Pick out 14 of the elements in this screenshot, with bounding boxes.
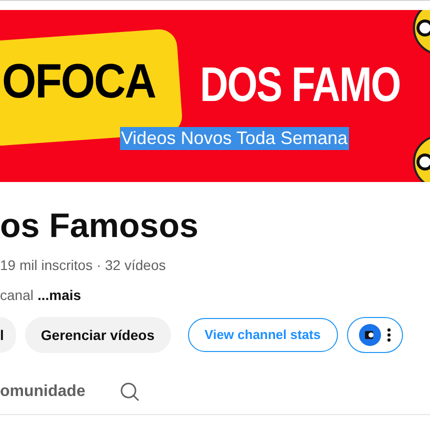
channel-description: canal (0, 286, 34, 304)
search-icon[interactable] (120, 382, 140, 402)
channel-title: os Famosos (0, 206, 200, 246)
banner-tag-text: OFOCA (2, 58, 156, 106)
manage-videos-button[interactable]: Gerenciar vídeos (24, 317, 171, 353)
banner-headline: DOS FAMO (200, 61, 400, 110)
more-options-icon (386, 328, 391, 342)
channel-stats: 19 mil inscritos · 32 vídeos (0, 256, 167, 274)
more-link[interactable]: ...mais (37, 286, 82, 304)
extension-menu-button[interactable] (346, 317, 403, 353)
channel-tab[interactable]: omunidade (0, 375, 86, 408)
channel-button[interactable]: l (0, 317, 16, 353)
camera-icon (358, 324, 381, 346)
banner-subtitle: Videos Novos Toda Semana (120, 127, 348, 150)
